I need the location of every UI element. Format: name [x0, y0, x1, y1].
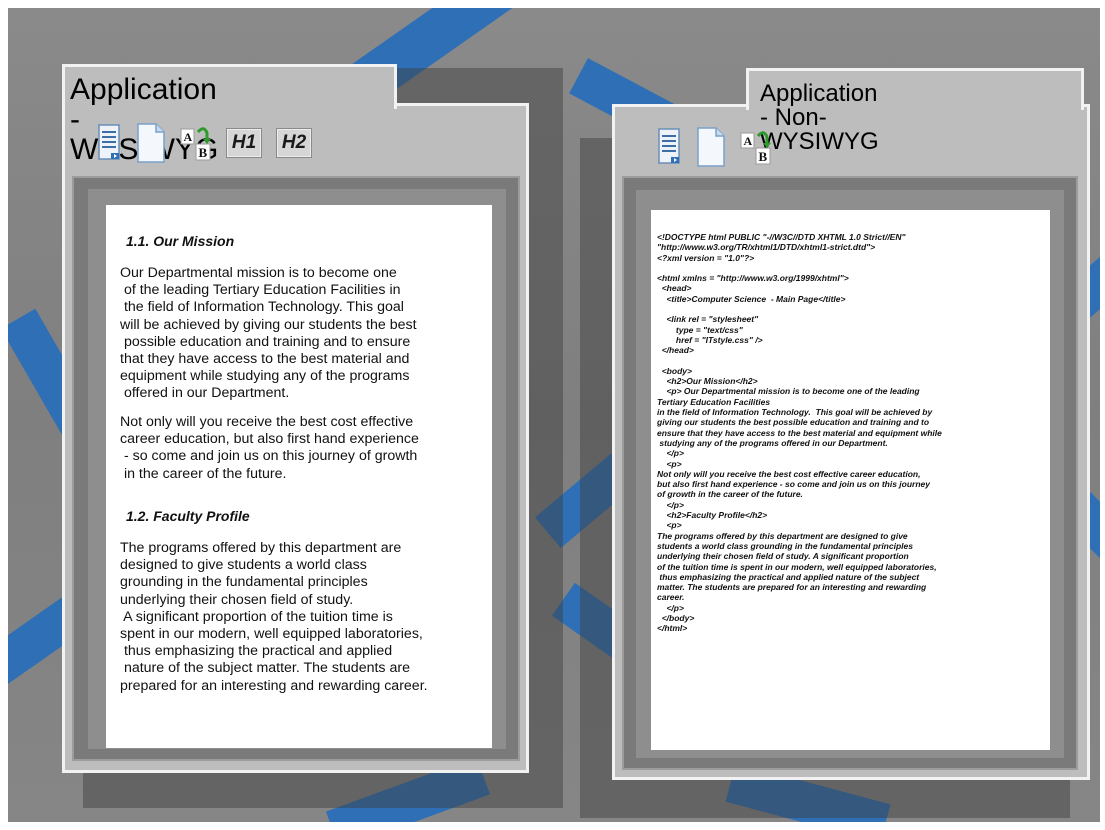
ab-replace-icon[interactable]: A B: [180, 123, 212, 163]
heading1-button[interactable]: H1: [226, 128, 262, 158]
doc-paragraph: Not only will you receive the best cost …: [120, 414, 419, 482]
svg-text:A: A: [744, 134, 753, 148]
wysiwyg-document-page[interactable]: 1.1. Our Mission Our Departmental missio…: [106, 205, 492, 748]
doc-paragraph: Our Departmental mission is to become on…: [120, 265, 417, 402]
non-wysiwyg-toolbar: A B: [658, 126, 772, 168]
doc-heading-faculty: 1.2. Faculty Profile: [126, 508, 250, 524]
source-code-page[interactable]: <!DOCTYPE html PUBLIC "-//W3C//DTD XHTML…: [651, 210, 1050, 750]
ab-replace-icon[interactable]: A B: [740, 127, 772, 167]
doc-paragraph: The programs offered by this department …: [120, 540, 428, 694]
svg-text:B: B: [199, 145, 208, 160]
blank-document-icon[interactable]: [696, 126, 726, 168]
wysiwyg-toolbar: A B H1 H2: [98, 122, 312, 164]
svg-text:A: A: [184, 130, 193, 144]
doc-heading-mission: 1.1. Our Mission: [126, 233, 235, 249]
non-wysiwyg-window-title: Application - Non-WYSIWYG: [760, 80, 879, 155]
heading2-button[interactable]: H2: [276, 128, 312, 158]
svg-text:B: B: [759, 149, 768, 164]
html-source-code: <!DOCTYPE html PUBLIC "-//W3C//DTD XHTML…: [657, 232, 942, 634]
document-list-icon[interactable]: [658, 127, 682, 167]
blank-document-icon[interactable]: [136, 122, 166, 164]
document-list-icon[interactable]: [98, 123, 122, 163]
